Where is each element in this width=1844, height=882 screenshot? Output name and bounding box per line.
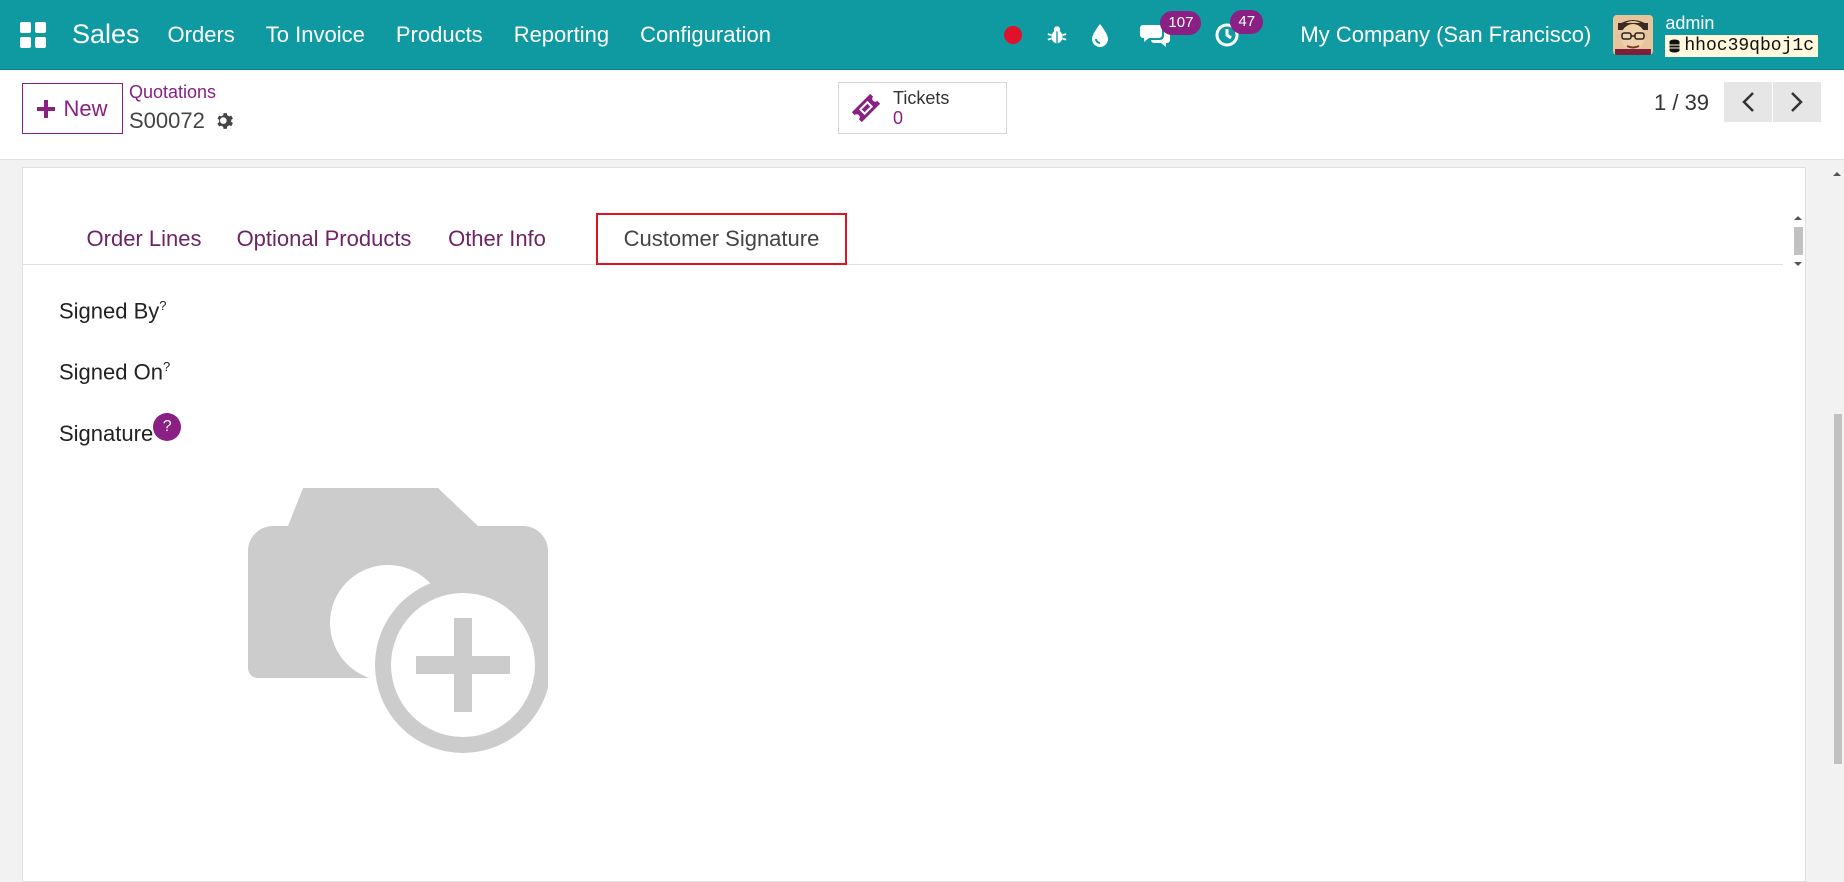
signed-by-help[interactable]: ? <box>159 298 166 313</box>
drop-button[interactable] <box>1090 23 1110 47</box>
company-switcher[interactable]: My Company (San Francisco) <box>1300 22 1591 48</box>
pager-value[interactable]: 1 / 39 <box>1654 90 1709 116</box>
activities-button[interactable]: 47 <box>1214 10 1264 48</box>
tab-optional-products[interactable]: Optional Products <box>229 213 419 265</box>
user-menu[interactable]: admin hhoc39qboj1c <box>1665 13 1818 57</box>
avatar[interactable] <box>1613 15 1654 55</box>
messages-count-badge: 107 <box>1160 11 1202 35</box>
pager-previous-button[interactable] <box>1724 82 1772 122</box>
user-name: admin <box>1665 13 1715 33</box>
apps-menu-button[interactable] <box>0 0 66 70</box>
menu-orders[interactable]: Orders <box>168 22 235 48</box>
tab-other-info[interactable]: Other Info <box>423 213 571 265</box>
ticket-icon <box>851 93 881 123</box>
camera-plus-icon <box>248 488 551 753</box>
database-tag: hhoc39qboj1c <box>1665 35 1818 57</box>
debug-button[interactable] <box>1046 24 1068 46</box>
scroll-up-arrow-icon <box>1794 216 1802 220</box>
new-button-label: New <box>63 95 108 121</box>
recording-icon[interactable] <box>1004 26 1023 44</box>
scroll-down-arrow-icon <box>1794 262 1802 266</box>
app-name[interactable]: Sales <box>72 19 140 50</box>
control-panel: New Quotations S00072 Tickets 0 1 / 39 <box>0 70 1844 160</box>
top-navbar: Sales Orders To Invoice Products Reporti… <box>0 0 1844 70</box>
apps-grid-icon <box>20 21 46 48</box>
breadcrumb-current-record: S00072 <box>129 108 235 134</box>
chevron-left-icon <box>1742 92 1754 112</box>
signature-upload-placeholder[interactable] <box>248 488 551 758</box>
pager-next-button[interactable] <box>1773 82 1821 122</box>
breadcrumb-quotations[interactable]: Quotations <box>129 82 216 103</box>
signed-by-label: Signed By? <box>59 298 167 324</box>
new-button[interactable]: New <box>22 83 123 134</box>
tickets-label: Tickets <box>893 88 950 108</box>
tickets-smart-button[interactable]: Tickets 0 <box>838 82 1007 134</box>
menu-configuration[interactable]: Configuration <box>640 22 771 48</box>
signature-help-icon[interactable]: ? <box>153 413 182 441</box>
signed-on-label-text: Signed On <box>59 359 163 385</box>
menu-reporting[interactable]: Reporting <box>514 22 609 48</box>
tickets-count: 0 <box>893 108 904 128</box>
signed-by-label-text: Signed By <box>59 298 160 324</box>
tab-order-lines[interactable]: Order Lines <box>63 213 225 265</box>
notebook-tabs: Order Lines Optional Products Other Info… <box>23 213 1783 265</box>
activities-count-badge: 47 <box>1230 10 1264 34</box>
page-scrollbar[interactable] <box>1830 167 1844 882</box>
tabs-scrollbar[interactable] <box>1791 213 1805 269</box>
chevron-right-icon <box>1791 92 1803 112</box>
database-icon <box>1669 39 1680 53</box>
tab-customer-signature[interactable]: Customer Signature <box>596 213 847 265</box>
menu-to-invoice[interactable]: To Invoice <box>266 22 365 48</box>
signature-label-text: Signature <box>59 421 154 446</box>
scroll-up-arrow-icon <box>1833 172 1841 176</box>
plus-icon <box>37 99 56 118</box>
record-name: S00072 <box>129 108 205 133</box>
form-sheet: Order Lines Optional Products Other Info… <box>22 167 1806 882</box>
gear-icon[interactable] <box>215 111 235 131</box>
signed-on-label: Signed On? <box>59 359 170 385</box>
signed-on-help[interactable]: ? <box>163 359 170 374</box>
messages-button[interactable]: 107 <box>1140 11 1202 47</box>
signature-label: Signature? <box>59 413 182 447</box>
drop-icon <box>1092 24 1109 47</box>
database-name: hhoc39qboj1c <box>1684 36 1814 56</box>
menu-products[interactable]: Products <box>396 22 483 48</box>
bug-icon <box>1048 26 1067 44</box>
